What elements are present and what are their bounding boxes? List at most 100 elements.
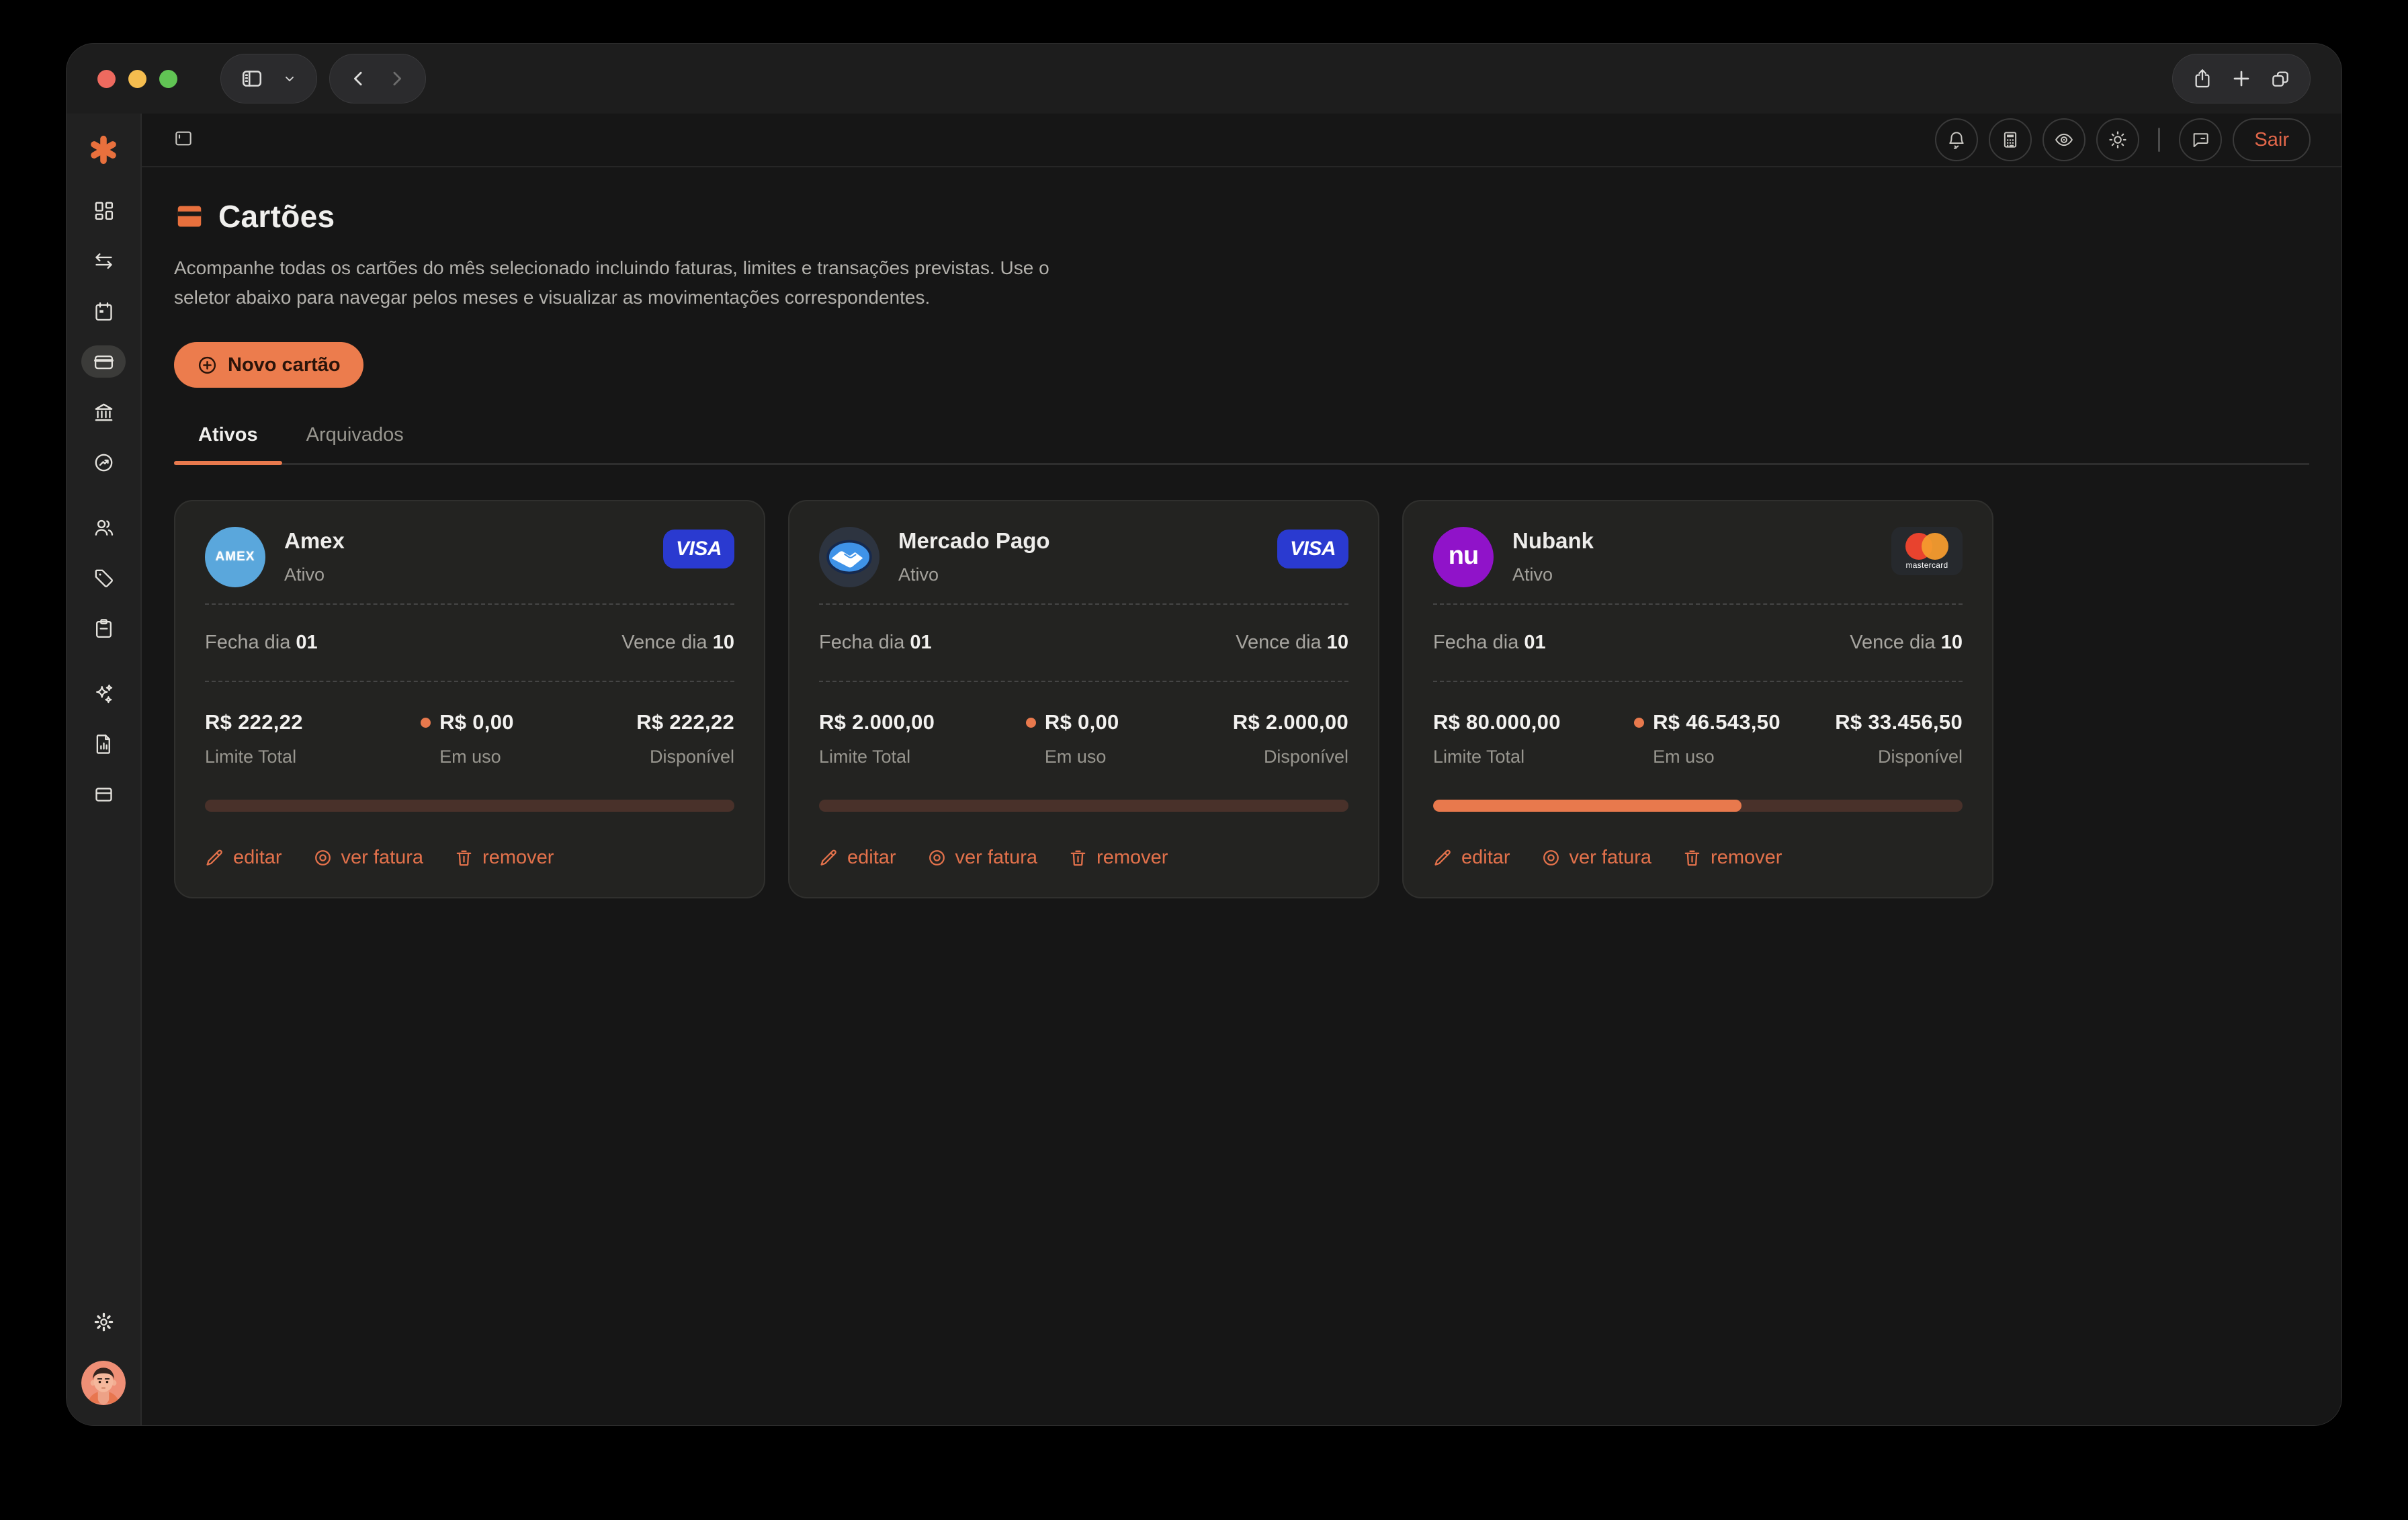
calculator-icon: [2000, 130, 2020, 150]
closing-day: Fecha dia 01: [1433, 632, 1546, 654]
sidebar-item-settings[interactable]: [81, 1306, 126, 1338]
trash-icon: [1068, 848, 1088, 868]
remove-card-button[interactable]: remover: [1068, 847, 1168, 869]
mercadopago-logo-icon: [819, 527, 879, 587]
forward-button[interactable]: [386, 69, 406, 89]
sidebar-item-tags[interactable]: [81, 562, 126, 594]
sidebar-item-contacts[interactable]: [81, 511, 126, 544]
sidebar-item-accounts[interactable]: [81, 396, 126, 428]
limit-progress-bar: [205, 800, 734, 812]
dashed-divider: [819, 681, 1348, 682]
dashed-divider: [819, 603, 1348, 605]
available-label: Disponível: [1264, 747, 1348, 767]
card-actions: editar ver fatura remover: [819, 847, 1348, 869]
user-avatar-image: [81, 1361, 126, 1405]
back-button[interactable]: [349, 69, 369, 89]
privacy-eye-button[interactable]: [2042, 118, 2086, 161]
available-value: R$ 222,22: [636, 710, 734, 734]
card-avatar-label: nu: [1449, 542, 1478, 571]
limit-total-label: Limite Total: [819, 747, 910, 767]
card-header: nu Nubank Ativo VISA mastercard: [1433, 527, 1963, 587]
card-limits-row: R$ 2.000,00 Limite Total R$ 0,00 Em uso …: [819, 710, 1348, 767]
card-actions: editar ver fatura remover: [1433, 847, 1963, 869]
report-icon: [93, 733, 115, 755]
theme-button[interactable]: [2096, 118, 2139, 161]
logout-button[interactable]: Sair: [2233, 118, 2311, 161]
sidebar-toggle-pill[interactable]: [220, 54, 317, 103]
dashed-divider: [1433, 603, 1963, 605]
feedback-button[interactable]: [2179, 118, 2222, 161]
clipboard-icon: [93, 618, 115, 640]
limit-total-value: R$ 80.000,00: [1433, 710, 1561, 734]
in-use-label: Em uso: [439, 747, 501, 767]
card-avatar-label: AMEX: [216, 550, 255, 564]
view-invoice-button[interactable]: ver fatura: [927, 847, 1038, 869]
in-use-dot-icon: [1026, 718, 1036, 728]
app-toolbar: Sair: [142, 114, 2341, 167]
tab-overview-icon[interactable]: [2270, 68, 2291, 89]
chevron-down-icon[interactable]: [282, 71, 298, 87]
sun-icon: [2108, 130, 2128, 150]
notifications-button[interactable]: [1935, 118, 1978, 161]
remove-card-button[interactable]: remover: [1682, 847, 1782, 869]
new-tab-plus-icon[interactable]: [2231, 68, 2252, 89]
new-card-button[interactable]: Novo cartão: [174, 342, 363, 388]
content-panel-toggle[interactable]: [173, 128, 194, 153]
sidebar-panel-icon[interactable]: [240, 67, 264, 91]
tab-arquivados[interactable]: Arquivados: [282, 424, 428, 463]
app-logo[interactable]: [88, 124, 119, 175]
progress-fill: [1433, 800, 1742, 812]
transfers-icon: [93, 250, 115, 272]
circle-dot-icon: [313, 848, 333, 868]
minimize-window-button[interactable]: [128, 70, 146, 88]
share-icon[interactable]: [2192, 68, 2213, 89]
in-use-label: Em uso: [1653, 747, 1715, 767]
sidebar-item-goals[interactable]: [81, 446, 126, 478]
calculator-button[interactable]: [1989, 118, 2032, 161]
circle-dot-icon: [1541, 848, 1561, 868]
view-invoice-button[interactable]: ver fatura: [1541, 847, 1652, 869]
view-invoice-button[interactable]: ver fatura: [313, 847, 424, 869]
due-day: Vence dia 10: [1236, 632, 1348, 654]
plus-circle-icon: [197, 355, 218, 376]
page-description: Acompanhe todas os cartões do mês seleci…: [174, 253, 1074, 312]
chat-icon: [2190, 130, 2210, 150]
trash-icon: [454, 848, 474, 868]
card-status: Ativo: [898, 564, 1050, 585]
sidebar-item-reports[interactable]: [81, 728, 126, 760]
titlebar: [67, 44, 2341, 114]
card-days-row: Fecha dia 01 Vence dia 10: [205, 632, 734, 654]
tab-ativos[interactable]: Ativos: [174, 424, 282, 463]
users-icon: [93, 517, 115, 539]
new-card-label: Novo cartão: [228, 354, 341, 376]
limit-total-label: Limite Total: [205, 747, 296, 767]
user-avatar[interactable]: [81, 1361, 126, 1405]
sidebar: [67, 114, 142, 1425]
sidebar-item-transactions[interactable]: [81, 245, 126, 277]
dashboard-icon: [93, 200, 115, 222]
card-page-icon: [174, 201, 205, 232]
visa-logo-text: VISA: [1290, 538, 1336, 560]
remove-card-button[interactable]: remover: [454, 847, 554, 869]
sidebar-item-planning[interactable]: [81, 612, 126, 644]
card-name: Nubank: [1512, 528, 1594, 554]
in-use-value: R$ 0,00: [1045, 710, 1119, 734]
zoom-window-button[interactable]: [159, 70, 177, 88]
sidebar-item-subscriptions[interactable]: [81, 778, 126, 810]
credit-card-item: AMEX Amex Ativo VISA mastercard: [174, 500, 765, 898]
limit-progress-bar: [1433, 800, 1963, 812]
card-name: Amex: [284, 528, 345, 554]
sidebar-item-ai[interactable]: [81, 677, 126, 710]
sidebar-item-cards[interactable]: [81, 345, 126, 378]
close-window-button[interactable]: [97, 70, 116, 88]
card-days-row: Fecha dia 01 Vence dia 10: [1433, 632, 1963, 654]
in-use-label: Em uso: [1045, 747, 1107, 767]
pencil-icon: [1433, 848, 1453, 868]
sidebar-item-calendar[interactable]: [81, 295, 126, 327]
edit-card-button[interactable]: editar: [205, 847, 282, 869]
gear-icon: [93, 1311, 115, 1333]
asterisk-logo-icon: [88, 134, 119, 165]
edit-card-button[interactable]: editar: [1433, 847, 1510, 869]
sidebar-item-dashboard[interactable]: [81, 194, 126, 226]
edit-card-button[interactable]: editar: [819, 847, 896, 869]
